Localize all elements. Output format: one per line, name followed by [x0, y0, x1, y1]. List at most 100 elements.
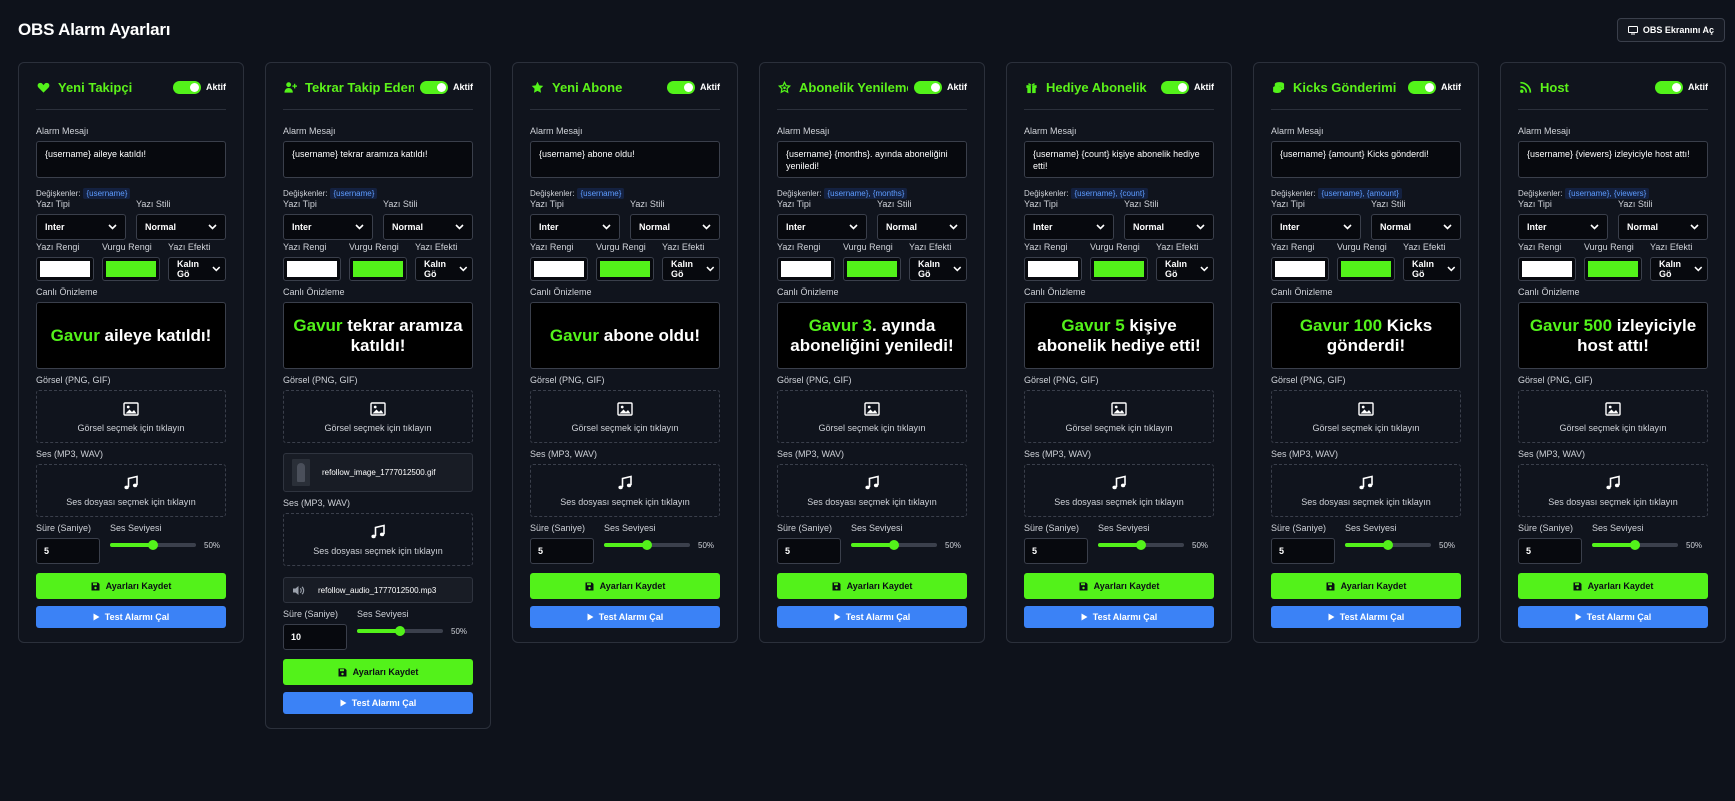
- volume-slider[interactable]: [357, 626, 443, 636]
- highlight-color-picker[interactable]: [102, 257, 160, 281]
- sound-upload-dropzone[interactable]: Ses dosyası seçmek için tıklayın: [36, 464, 226, 517]
- duration-input[interactable]: 5: [1518, 538, 1582, 564]
- test-alarm-button[interactable]: Test Alarmı Çal: [283, 692, 473, 714]
- save-settings-button[interactable]: Ayarları Kaydet: [530, 573, 720, 599]
- active-toggle[interactable]: [1161, 80, 1189, 94]
- sound-upload-dropzone[interactable]: Ses dosyası seçmek için tıklayın: [530, 464, 720, 517]
- test-alarm-button[interactable]: Test Alarmı Çal: [36, 606, 226, 628]
- volume-slider-handle[interactable]: [1630, 540, 1640, 550]
- highlight-color-picker[interactable]: [1584, 257, 1642, 281]
- active-toggle[interactable]: [667, 80, 695, 94]
- save-settings-button[interactable]: Ayarları Kaydet: [1024, 573, 1214, 599]
- save-settings-button[interactable]: Ayarları Kaydet: [283, 659, 473, 685]
- highlight-color-picker[interactable]: [1090, 257, 1148, 281]
- alarm-message-input[interactable]: {username} {amount} Kicks gönderdi!: [1271, 141, 1461, 178]
- text-effect-select[interactable]: Kalın Gö: [415, 257, 473, 281]
- text-effect-select[interactable]: Kalın Gö: [1650, 257, 1708, 281]
- highlight-color-picker[interactable]: [1337, 257, 1395, 281]
- image-upload-dropzone[interactable]: Görsel seçmek için tıklayın: [1271, 390, 1461, 443]
- image-upload-dropzone[interactable]: Görsel seçmek için tıklayın: [777, 390, 967, 443]
- save-settings-button[interactable]: Ayarları Kaydet: [777, 573, 967, 599]
- alarm-message-input[interactable]: {username} {count} kişiye abonelik hediy…: [1024, 141, 1214, 178]
- volume-slider-handle[interactable]: [889, 540, 899, 550]
- alarm-message-input[interactable]: {username} {months}. ayında aboneliğini …: [777, 141, 967, 178]
- font-type-select[interactable]: Inter: [530, 214, 620, 240]
- alarm-message-input[interactable]: {username} {viewers} izleyiciyle host at…: [1518, 141, 1708, 178]
- active-toggle[interactable]: [173, 80, 201, 94]
- test-alarm-button[interactable]: Test Alarmı Çal: [1271, 606, 1461, 628]
- text-color-picker[interactable]: [530, 257, 588, 281]
- volume-slider-handle[interactable]: [395, 626, 405, 636]
- image-upload-dropzone[interactable]: Görsel seçmek için tıklayın: [283, 390, 473, 443]
- font-type-select[interactable]: Inter: [777, 214, 867, 240]
- text-effect-select[interactable]: Kalın Gö: [1403, 257, 1461, 281]
- font-style-select[interactable]: Normal: [630, 214, 720, 240]
- alarm-message-input[interactable]: {username} aileye katıldı!: [36, 141, 226, 178]
- active-toggle[interactable]: [420, 80, 448, 94]
- font-type-select[interactable]: Inter: [36, 214, 126, 240]
- save-settings-button[interactable]: Ayarları Kaydet: [1271, 573, 1461, 599]
- text-effect-select[interactable]: Kalın Gö: [909, 257, 967, 281]
- alarm-message-input[interactable]: {username} abone oldu!: [530, 141, 720, 178]
- volume-slider-handle[interactable]: [148, 540, 158, 550]
- test-alarm-button[interactable]: Test Alarmı Çal: [1518, 606, 1708, 628]
- volume-slider[interactable]: [604, 540, 690, 550]
- font-style-select[interactable]: Normal: [1371, 214, 1461, 240]
- save-settings-button[interactable]: Ayarları Kaydet: [36, 573, 226, 599]
- font-style-select[interactable]: Normal: [383, 214, 473, 240]
- image-upload-dropzone[interactable]: Görsel seçmek için tıklayın: [36, 390, 226, 443]
- alarm-message-input[interactable]: {username} tekrar aramıza katıldı!: [283, 141, 473, 178]
- text-color-picker[interactable]: [1024, 257, 1082, 281]
- text-color-picker[interactable]: [777, 257, 835, 281]
- font-style-select[interactable]: Normal: [136, 214, 226, 240]
- active-toggle[interactable]: [1408, 80, 1436, 94]
- text-effect-select[interactable]: Kalın Gö: [662, 257, 720, 281]
- open-obs-screen-button[interactable]: OBS Ekranını Aç: [1616, 18, 1725, 42]
- image-upload-dropzone[interactable]: Görsel seçmek için tıklayın: [1518, 390, 1708, 443]
- sound-upload-dropzone[interactable]: Ses dosyası seçmek için tıklayın: [1271, 464, 1461, 517]
- font-type-select[interactable]: Inter: [1024, 214, 1114, 240]
- font-style-select[interactable]: Normal: [1124, 214, 1214, 240]
- duration-input[interactable]: 5: [1271, 538, 1335, 564]
- volume-slider-handle[interactable]: [1383, 540, 1393, 550]
- test-alarm-button[interactable]: Test Alarmı Çal: [1024, 606, 1214, 628]
- font-type-select[interactable]: Inter: [1518, 214, 1608, 240]
- text-color-picker[interactable]: [1271, 257, 1329, 281]
- image-upload-dropzone[interactable]: Görsel seçmek için tıklayın: [1024, 390, 1214, 443]
- active-toggle[interactable]: [1655, 80, 1683, 94]
- sound-upload-dropzone[interactable]: Ses dosyası seçmek için tıklayın: [777, 464, 967, 517]
- active-toggle[interactable]: [914, 80, 942, 94]
- font-style-select[interactable]: Normal: [1618, 214, 1708, 240]
- duration-input[interactable]: 5: [1024, 538, 1088, 564]
- volume-slider[interactable]: [110, 540, 196, 550]
- font-style-select[interactable]: Normal: [877, 214, 967, 240]
- duration-input[interactable]: 5: [777, 538, 841, 564]
- text-effect-select[interactable]: Kalın Gö: [1156, 257, 1214, 281]
- duration-input[interactable]: 5: [530, 538, 594, 564]
- highlight-color-picker[interactable]: [349, 257, 407, 281]
- text-color-picker[interactable]: [36, 257, 94, 281]
- selected-image-file[interactable]: refollow_image_1777012500.gif: [283, 453, 473, 492]
- save-settings-button[interactable]: Ayarları Kaydet: [1518, 573, 1708, 599]
- sound-upload-dropzone[interactable]: Ses dosyası seçmek için tıklayın: [1518, 464, 1708, 517]
- font-type-select[interactable]: Inter: [283, 214, 373, 240]
- duration-input[interactable]: 10: [283, 624, 347, 650]
- selected-audio-file[interactable]: refollow_audio_1777012500.mp3: [283, 577, 473, 603]
- sound-upload-dropzone[interactable]: Ses dosyası seçmek için tıklayın: [283, 513, 473, 566]
- volume-slider[interactable]: [851, 540, 937, 550]
- volume-slider-handle[interactable]: [1136, 540, 1146, 550]
- font-type-select[interactable]: Inter: [1271, 214, 1361, 240]
- test-alarm-button[interactable]: Test Alarmı Çal: [530, 606, 720, 628]
- test-alarm-button[interactable]: Test Alarmı Çal: [777, 606, 967, 628]
- text-effect-select[interactable]: Kalın Gö: [168, 257, 226, 281]
- volume-slider[interactable]: [1592, 540, 1678, 550]
- highlight-color-picker[interactable]: [843, 257, 901, 281]
- image-upload-dropzone[interactable]: Görsel seçmek için tıklayın: [530, 390, 720, 443]
- duration-input[interactable]: 5: [36, 538, 100, 564]
- volume-slider[interactable]: [1098, 540, 1184, 550]
- text-color-picker[interactable]: [1518, 257, 1576, 281]
- volume-slider-handle[interactable]: [642, 540, 652, 550]
- volume-slider[interactable]: [1345, 540, 1431, 550]
- sound-upload-dropzone[interactable]: Ses dosyası seçmek için tıklayın: [1024, 464, 1214, 517]
- text-color-picker[interactable]: [283, 257, 341, 281]
